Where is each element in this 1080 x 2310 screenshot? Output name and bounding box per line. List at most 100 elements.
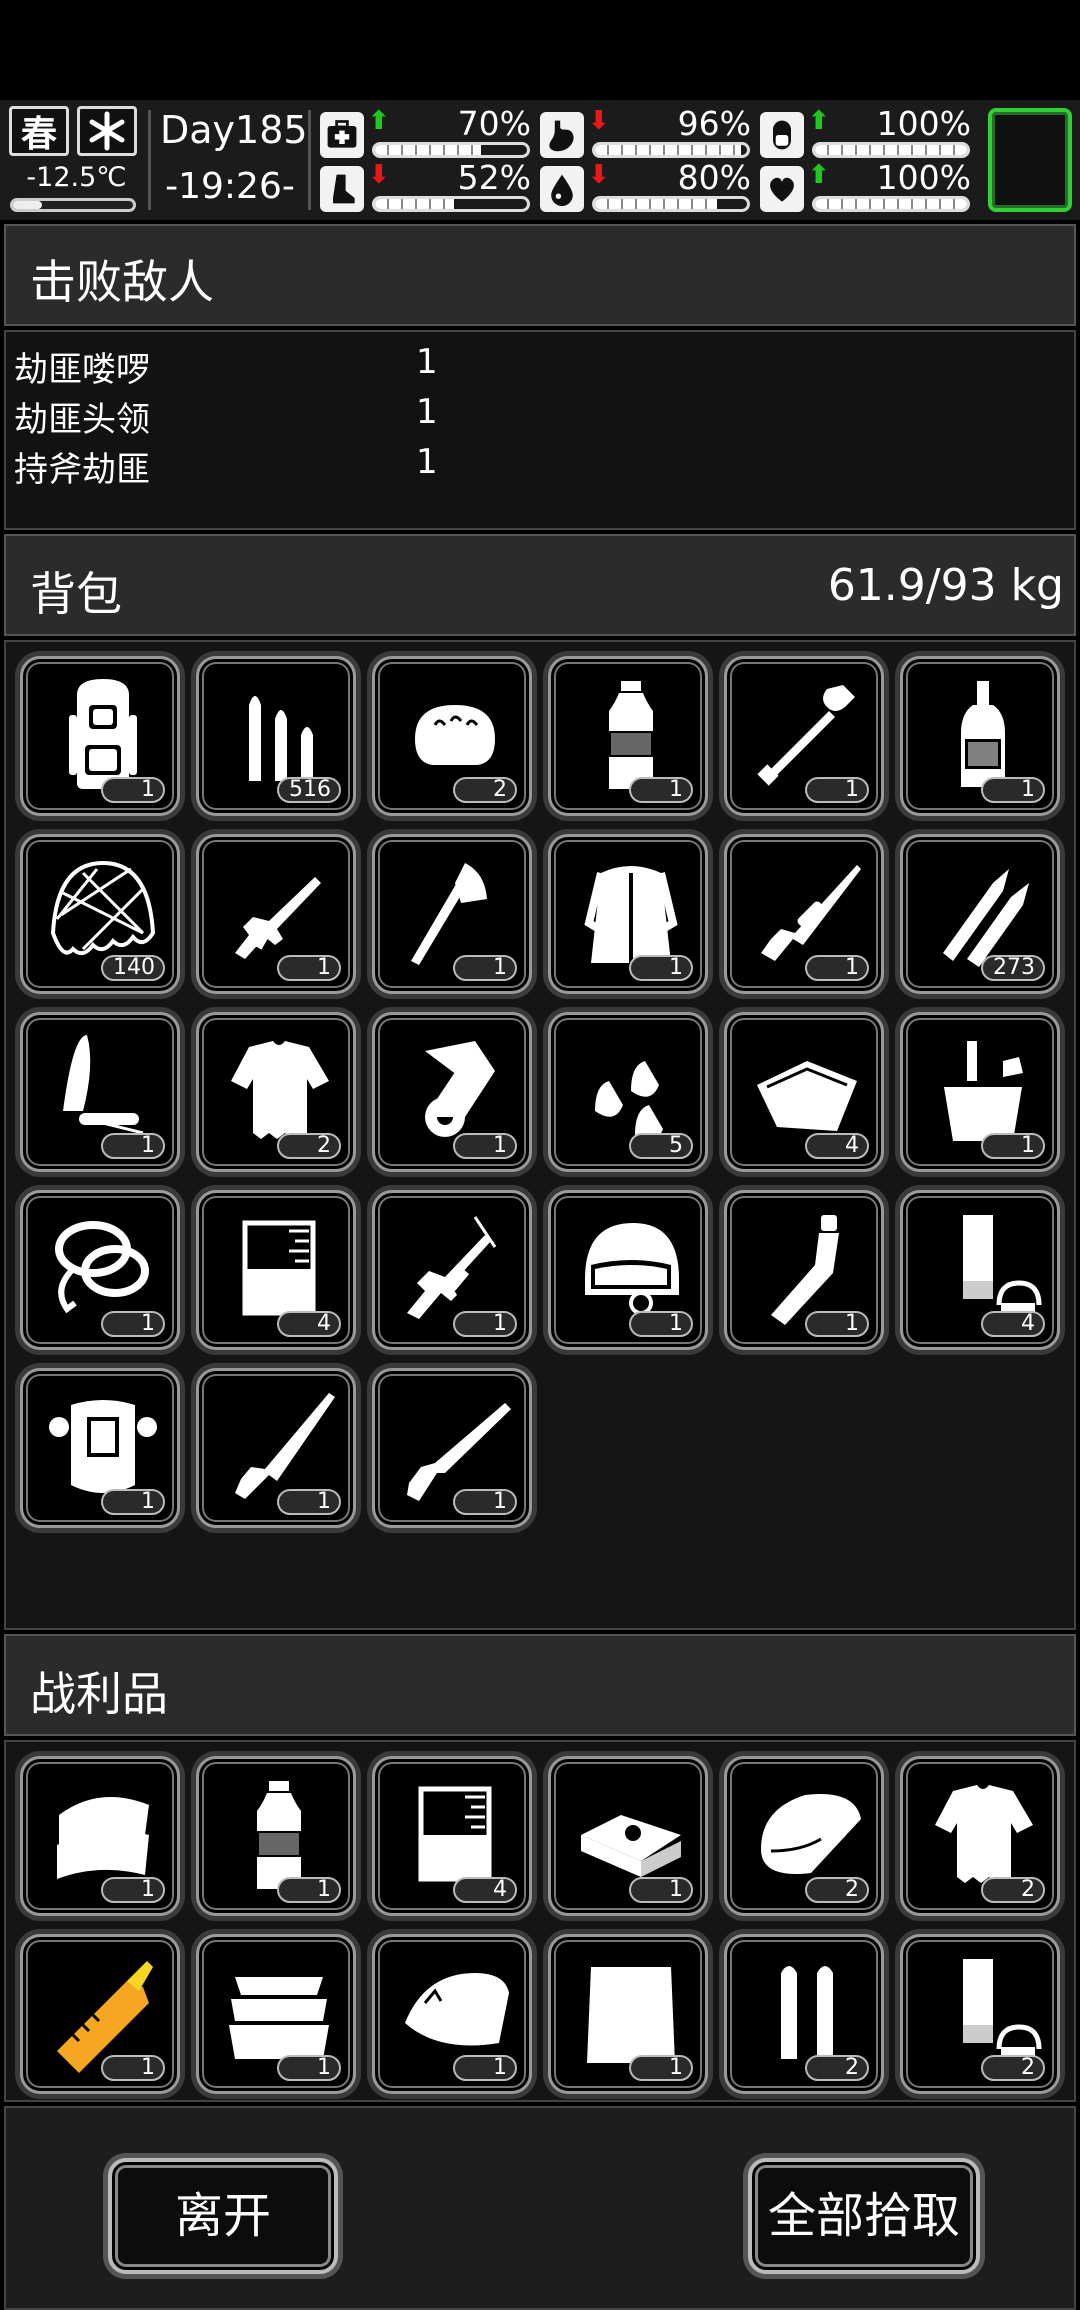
backpack-item-slot[interactable]: 1 bbox=[196, 1368, 356, 1528]
item-quantity: 1 bbox=[805, 777, 869, 803]
enemy-name: 持斧劫匪 bbox=[14, 450, 150, 490]
loot-item-slot[interactable]: 1 bbox=[548, 1934, 708, 2094]
stat-bar bbox=[592, 196, 750, 212]
season-indicator[interactable]: 春 bbox=[9, 106, 69, 156]
item-quantity: 1 bbox=[277, 1877, 341, 1903]
quick-slot[interactable] bbox=[988, 108, 1072, 212]
backpack-item-slot[interactable]: 1 bbox=[900, 1012, 1060, 1172]
backpack-item-slot[interactable]: 1 bbox=[724, 1190, 884, 1350]
backpack-item-slot[interactable]: 1 bbox=[20, 656, 180, 816]
item-quantity: 140 bbox=[101, 955, 165, 981]
enemy-list: 劫匪喽啰 1 劫匪头领 1 持斧劫匪 1 bbox=[4, 330, 1076, 530]
backpack-item-slot[interactable]: 273 bbox=[900, 834, 1060, 994]
backpack-item-slot[interactable]: 4 bbox=[196, 1190, 356, 1350]
item-quantity: 2 bbox=[453, 777, 517, 803]
enemy-name: 劫匪喽啰 bbox=[14, 350, 150, 390]
backpack-item-slot[interactable]: 1 bbox=[372, 1190, 532, 1350]
stat-percent: 100% bbox=[876, 158, 971, 197]
backpack-item-slot[interactable]: 4 bbox=[724, 1012, 884, 1172]
backpack-item-slot[interactable]: 1 bbox=[196, 834, 356, 994]
loot-item-slot[interactable]: 1 bbox=[196, 1934, 356, 2094]
list-item: 持斧劫匪 1 bbox=[14, 442, 614, 492]
leave-button[interactable]: 离开 bbox=[108, 2158, 338, 2274]
loot-item-slot[interactable]: 2 bbox=[900, 1756, 1060, 1916]
backpack-item-slot[interactable]: 1 bbox=[548, 656, 708, 816]
item-quantity: 1 bbox=[453, 2055, 517, 2081]
stat-icon-box bbox=[760, 166, 804, 212]
stat-health[interactable]: ⬆ 70% bbox=[320, 104, 535, 160]
backpack-item-slot[interactable]: 1 bbox=[20, 1012, 180, 1172]
item-quantity: 1 bbox=[805, 955, 869, 981]
backpack-weight: 61.9/93 kg bbox=[827, 560, 1064, 611]
backpack-header: 背包 61.9/93 kg bbox=[4, 534, 1076, 636]
loot-item-slot[interactable]: 4 bbox=[372, 1756, 532, 1916]
game-clock: -19:26- bbox=[165, 166, 295, 207]
loot-item-slot[interactable]: 1 bbox=[20, 1756, 180, 1916]
list-item: 劫匪喽啰 1 bbox=[14, 342, 614, 392]
backpack-item-slot[interactable]: 1 bbox=[724, 834, 884, 994]
stat-hunger[interactable]: ⬇ 96% bbox=[540, 104, 755, 160]
backpack-item-slot[interactable]: 1 bbox=[548, 1190, 708, 1350]
trend-arrow-icon: ⬇ bbox=[588, 160, 610, 190]
stomach-icon bbox=[549, 120, 574, 152]
enemy-count: 1 bbox=[416, 442, 438, 482]
day-counter: Day185 bbox=[160, 108, 308, 152]
stat-medicine[interactable]: ⬆ 100% bbox=[760, 104, 975, 160]
backpack-item-slot[interactable]: 1 bbox=[20, 1368, 180, 1528]
backpack-item-slot[interactable]: 5 bbox=[548, 1012, 708, 1172]
backpack-item-slot[interactable]: 2 bbox=[372, 656, 532, 816]
item-quantity: 1 bbox=[629, 777, 693, 803]
item-quantity: 1 bbox=[453, 1133, 517, 1159]
backpack-item-slot[interactable]: 140 bbox=[20, 834, 180, 994]
loot-item-slot[interactable]: 1 bbox=[372, 1934, 532, 2094]
backpack-item-slot[interactable]: 1 bbox=[724, 656, 884, 816]
backpack-item-slot[interactable]: 1 bbox=[20, 1190, 180, 1350]
stat-icon-box bbox=[320, 166, 364, 212]
stat-percent: 70% bbox=[457, 104, 531, 143]
loot-item-slot[interactable]: 2 bbox=[724, 1934, 884, 2094]
stat-icon-box bbox=[320, 112, 364, 158]
loot-item-slot[interactable]: 2 bbox=[724, 1756, 884, 1916]
defeated-title: 击败敌人 bbox=[30, 255, 214, 309]
item-quantity: 2 bbox=[805, 1877, 869, 1903]
take-all-button[interactable]: 全部拾取 bbox=[748, 2158, 980, 2274]
item-quantity: 1 bbox=[981, 777, 1045, 803]
backpack-item-slot[interactable]: 4 bbox=[900, 1190, 1060, 1350]
item-quantity: 516 bbox=[277, 777, 341, 803]
loot-item-slot[interactable]: 1 bbox=[196, 1756, 356, 1916]
stat-thirst[interactable]: ⬇ 80% bbox=[540, 158, 755, 214]
item-quantity: 1 bbox=[453, 955, 517, 981]
item-quantity: 1 bbox=[101, 777, 165, 803]
item-quantity: 1 bbox=[981, 1133, 1045, 1159]
loot-item-slot[interactable]: 1 bbox=[20, 1934, 180, 2094]
stat-icon-box bbox=[540, 166, 584, 212]
backpack-title: 背包 bbox=[30, 567, 122, 621]
loot-title: 战利品 bbox=[30, 1667, 168, 1721]
stat-mood[interactable]: ⬆ 100% bbox=[760, 158, 975, 214]
stat-stamina[interactable]: ⬇ 52% bbox=[320, 158, 535, 214]
backpack-item-slot[interactable]: 1 bbox=[372, 1368, 532, 1528]
item-quantity: 1 bbox=[101, 1311, 165, 1337]
divider bbox=[148, 110, 151, 210]
item-quantity: 1 bbox=[629, 2055, 693, 2081]
enemy-name: 劫匪头领 bbox=[14, 400, 150, 440]
backpack-item-slot[interactable]: 2 bbox=[196, 1012, 356, 1172]
backpack-item-slot[interactable]: 1 bbox=[372, 834, 532, 994]
backpack-item-slot[interactable]: 516 bbox=[196, 656, 356, 816]
backpack-item-slot[interactable]: 1 bbox=[548, 834, 708, 994]
loot-item-slot[interactable]: 1 bbox=[548, 1756, 708, 1916]
item-quantity: 1 bbox=[277, 2055, 341, 2081]
stat-bar bbox=[812, 142, 970, 158]
loot-item-slot[interactable]: 2 bbox=[900, 1934, 1060, 2094]
stat-icon-box bbox=[760, 112, 804, 158]
backpack-item-slot[interactable]: 1 bbox=[372, 1012, 532, 1172]
item-quantity: 1 bbox=[101, 1877, 165, 1903]
trend-arrow-icon: ⬆ bbox=[368, 106, 390, 136]
enemy-count: 1 bbox=[416, 392, 438, 432]
backpack-item-slot[interactable]: 1 bbox=[900, 656, 1060, 816]
snowflake-icon[interactable] bbox=[77, 106, 137, 156]
stat-bar bbox=[812, 196, 970, 212]
trend-arrow-icon: ⬇ bbox=[588, 106, 610, 136]
item-quantity: 1 bbox=[629, 1311, 693, 1337]
stat-bar bbox=[372, 196, 530, 212]
